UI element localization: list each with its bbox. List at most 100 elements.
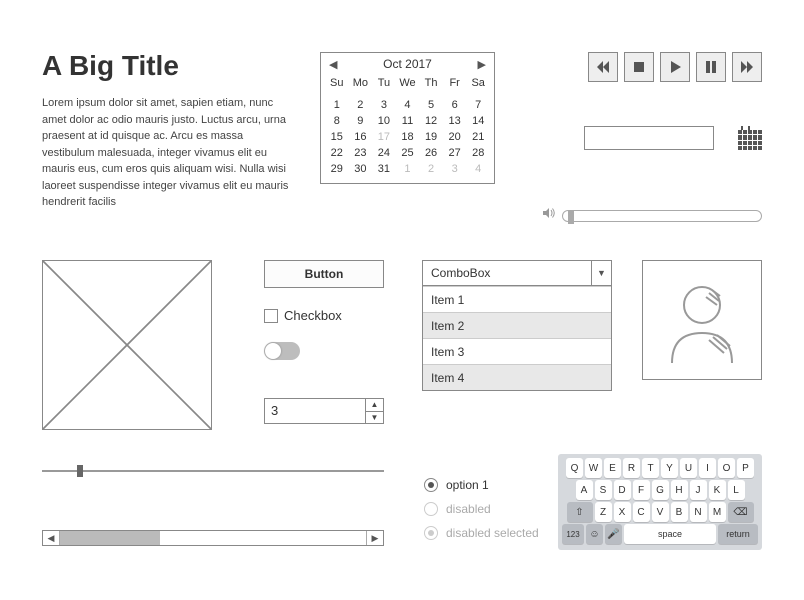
calendar-day[interactable]: 11 — [396, 113, 420, 129]
calendar-day[interactable]: 21 — [466, 129, 490, 145]
text-input[interactable] — [584, 126, 714, 150]
calendar-day[interactable]: 5 — [419, 97, 443, 113]
calendar-day[interactable]: 6 — [443, 97, 467, 113]
calendar-day[interactable]: 30 — [349, 161, 373, 177]
keyboard-key[interactable]: space — [624, 524, 716, 544]
keyboard-key[interactable]: S — [595, 480, 612, 500]
calendar-day[interactable]: 7 — [466, 97, 490, 113]
keyboard-key[interactable]: P — [737, 458, 754, 478]
calendar-day[interactable]: 2 — [349, 97, 373, 113]
keyboard-key[interactable]: Q — [566, 458, 583, 478]
calendar-day[interactable]: 26 — [419, 145, 443, 161]
number-spinner[interactable]: 3 ▲ ▼ — [264, 398, 384, 424]
calendar-day[interactable]: 22 — [325, 145, 349, 161]
calendar-day[interactable]: 12 — [419, 113, 443, 129]
keyboard-key[interactable]: H — [671, 480, 688, 500]
keyboard-key[interactable]: 123 — [562, 524, 584, 544]
calendar-prev-button[interactable]: ◀ — [329, 58, 337, 71]
keyboard-key[interactable]: ⇧ — [567, 502, 593, 522]
keyboard-key[interactable]: G — [652, 480, 669, 500]
calendar-day[interactable]: 9 — [349, 113, 373, 129]
scroll-right-button[interactable]: ▶ — [367, 531, 383, 545]
keyboard-key[interactable]: 🎤 — [605, 524, 622, 544]
keyboard-key[interactable]: B — [671, 502, 688, 522]
keyboard-key[interactable]: R — [623, 458, 640, 478]
keyboard-key[interactable]: A — [576, 480, 593, 500]
spinner-up-button[interactable]: ▲ — [366, 399, 383, 412]
keyboard-key[interactable]: Z — [595, 502, 612, 522]
rewind-button[interactable] — [588, 52, 618, 82]
calendar-day[interactable]: 1 — [396, 161, 420, 177]
keyboard-key[interactable]: Y — [661, 458, 678, 478]
horizontal-scrollbar[interactable]: ◀ ▶ — [42, 530, 384, 546]
calendar-day[interactable]: 10 — [372, 113, 396, 129]
button[interactable]: Button — [264, 260, 384, 288]
calendar-day[interactable]: 28 — [466, 145, 490, 161]
checkbox[interactable]: Checkbox — [264, 308, 342, 323]
volume-track[interactable] — [562, 210, 762, 222]
keyboard-key[interactable]: O — [718, 458, 735, 478]
calendar-day[interactable]: 13 — [443, 113, 467, 129]
keyboard-key[interactable]: I — [699, 458, 716, 478]
toggle-switch[interactable] — [264, 342, 300, 360]
combobox-item[interactable]: Item 2 — [423, 312, 611, 338]
keyboard-key[interactable]: ⌫ — [728, 502, 754, 522]
horizontal-slider[interactable] — [42, 470, 384, 472]
keyboard-key[interactable]: K — [709, 480, 726, 500]
calendar-day[interactable]: 2 — [419, 161, 443, 177]
calendar-day[interactable]: 23 — [349, 145, 373, 161]
volume-slider[interactable] — [542, 206, 762, 225]
calendar-day[interactable]: 1 — [325, 97, 349, 113]
scroll-thumb[interactable] — [60, 531, 160, 545]
calendar-day[interactable]: 4 — [466, 161, 490, 177]
keyboard-key[interactable]: J — [690, 480, 707, 500]
keyboard-key[interactable]: ☺ — [586, 524, 603, 544]
keyboard-key[interactable]: X — [614, 502, 631, 522]
keyboard-key[interactable]: C — [633, 502, 650, 522]
keyboard-key[interactable]: L — [728, 480, 745, 500]
keyboard-key[interactable]: U — [680, 458, 697, 478]
spinner-value[interactable]: 3 — [265, 399, 365, 423]
datepicker-icon[interactable] — [738, 126, 762, 150]
keyboard-key[interactable]: N — [690, 502, 707, 522]
stop-button[interactable] — [624, 52, 654, 82]
keyboard-key[interactable]: F — [633, 480, 650, 500]
keyboard-key[interactable]: return — [718, 524, 758, 544]
combobox-header[interactable]: ComboBox ▼ — [422, 260, 612, 286]
calendar-day[interactable]: 15 — [325, 129, 349, 145]
keyboard-key[interactable]: T — [642, 458, 659, 478]
keyboard-key[interactable]: V — [652, 502, 669, 522]
calendar-day[interactable]: 16 — [349, 129, 373, 145]
calendar-day[interactable]: 14 — [466, 113, 490, 129]
keyboard-key[interactable]: D — [614, 480, 631, 500]
calendar-day[interactable]: 3 — [372, 97, 396, 113]
combobox-item[interactable]: Item 1 — [423, 286, 611, 312]
keyboard-key[interactable]: M — [709, 502, 726, 522]
calendar-day[interactable]: 8 — [325, 113, 349, 129]
radio-option-1[interactable]: option 1 — [424, 478, 539, 492]
calendar-day[interactable]: 25 — [396, 145, 420, 161]
calendar-day[interactable]: 31 — [372, 161, 396, 177]
scroll-track[interactable] — [59, 531, 367, 545]
pause-button[interactable] — [696, 52, 726, 82]
play-button[interactable] — [660, 52, 690, 82]
checkbox-box[interactable] — [264, 309, 278, 323]
calendar-day[interactable]: 3 — [443, 161, 467, 177]
calendar-day[interactable]: 4 — [396, 97, 420, 113]
chevron-down-icon[interactable]: ▼ — [591, 261, 611, 285]
scroll-left-button[interactable]: ◀ — [43, 531, 59, 545]
calendar-day[interactable]: 27 — [443, 145, 467, 161]
volume-thumb[interactable] — [568, 210, 574, 224]
calendar-day[interactable]: 29 — [325, 161, 349, 177]
combobox-item[interactable]: Item 4 — [423, 364, 611, 390]
calendar-day[interactable]: 17 — [372, 129, 396, 145]
spinner-down-button[interactable]: ▼ — [366, 412, 383, 424]
calendar-next-button[interactable]: ▶ — [478, 58, 486, 71]
fast-forward-button[interactable] — [732, 52, 762, 82]
combobox-item[interactable]: Item 3 — [423, 338, 611, 364]
keyboard-key[interactable]: E — [604, 458, 621, 478]
keyboard-key[interactable]: W — [585, 458, 602, 478]
calendar-day[interactable]: 20 — [443, 129, 467, 145]
calendar-day[interactable]: 24 — [372, 145, 396, 161]
calendar-day[interactable]: 18 — [396, 129, 420, 145]
